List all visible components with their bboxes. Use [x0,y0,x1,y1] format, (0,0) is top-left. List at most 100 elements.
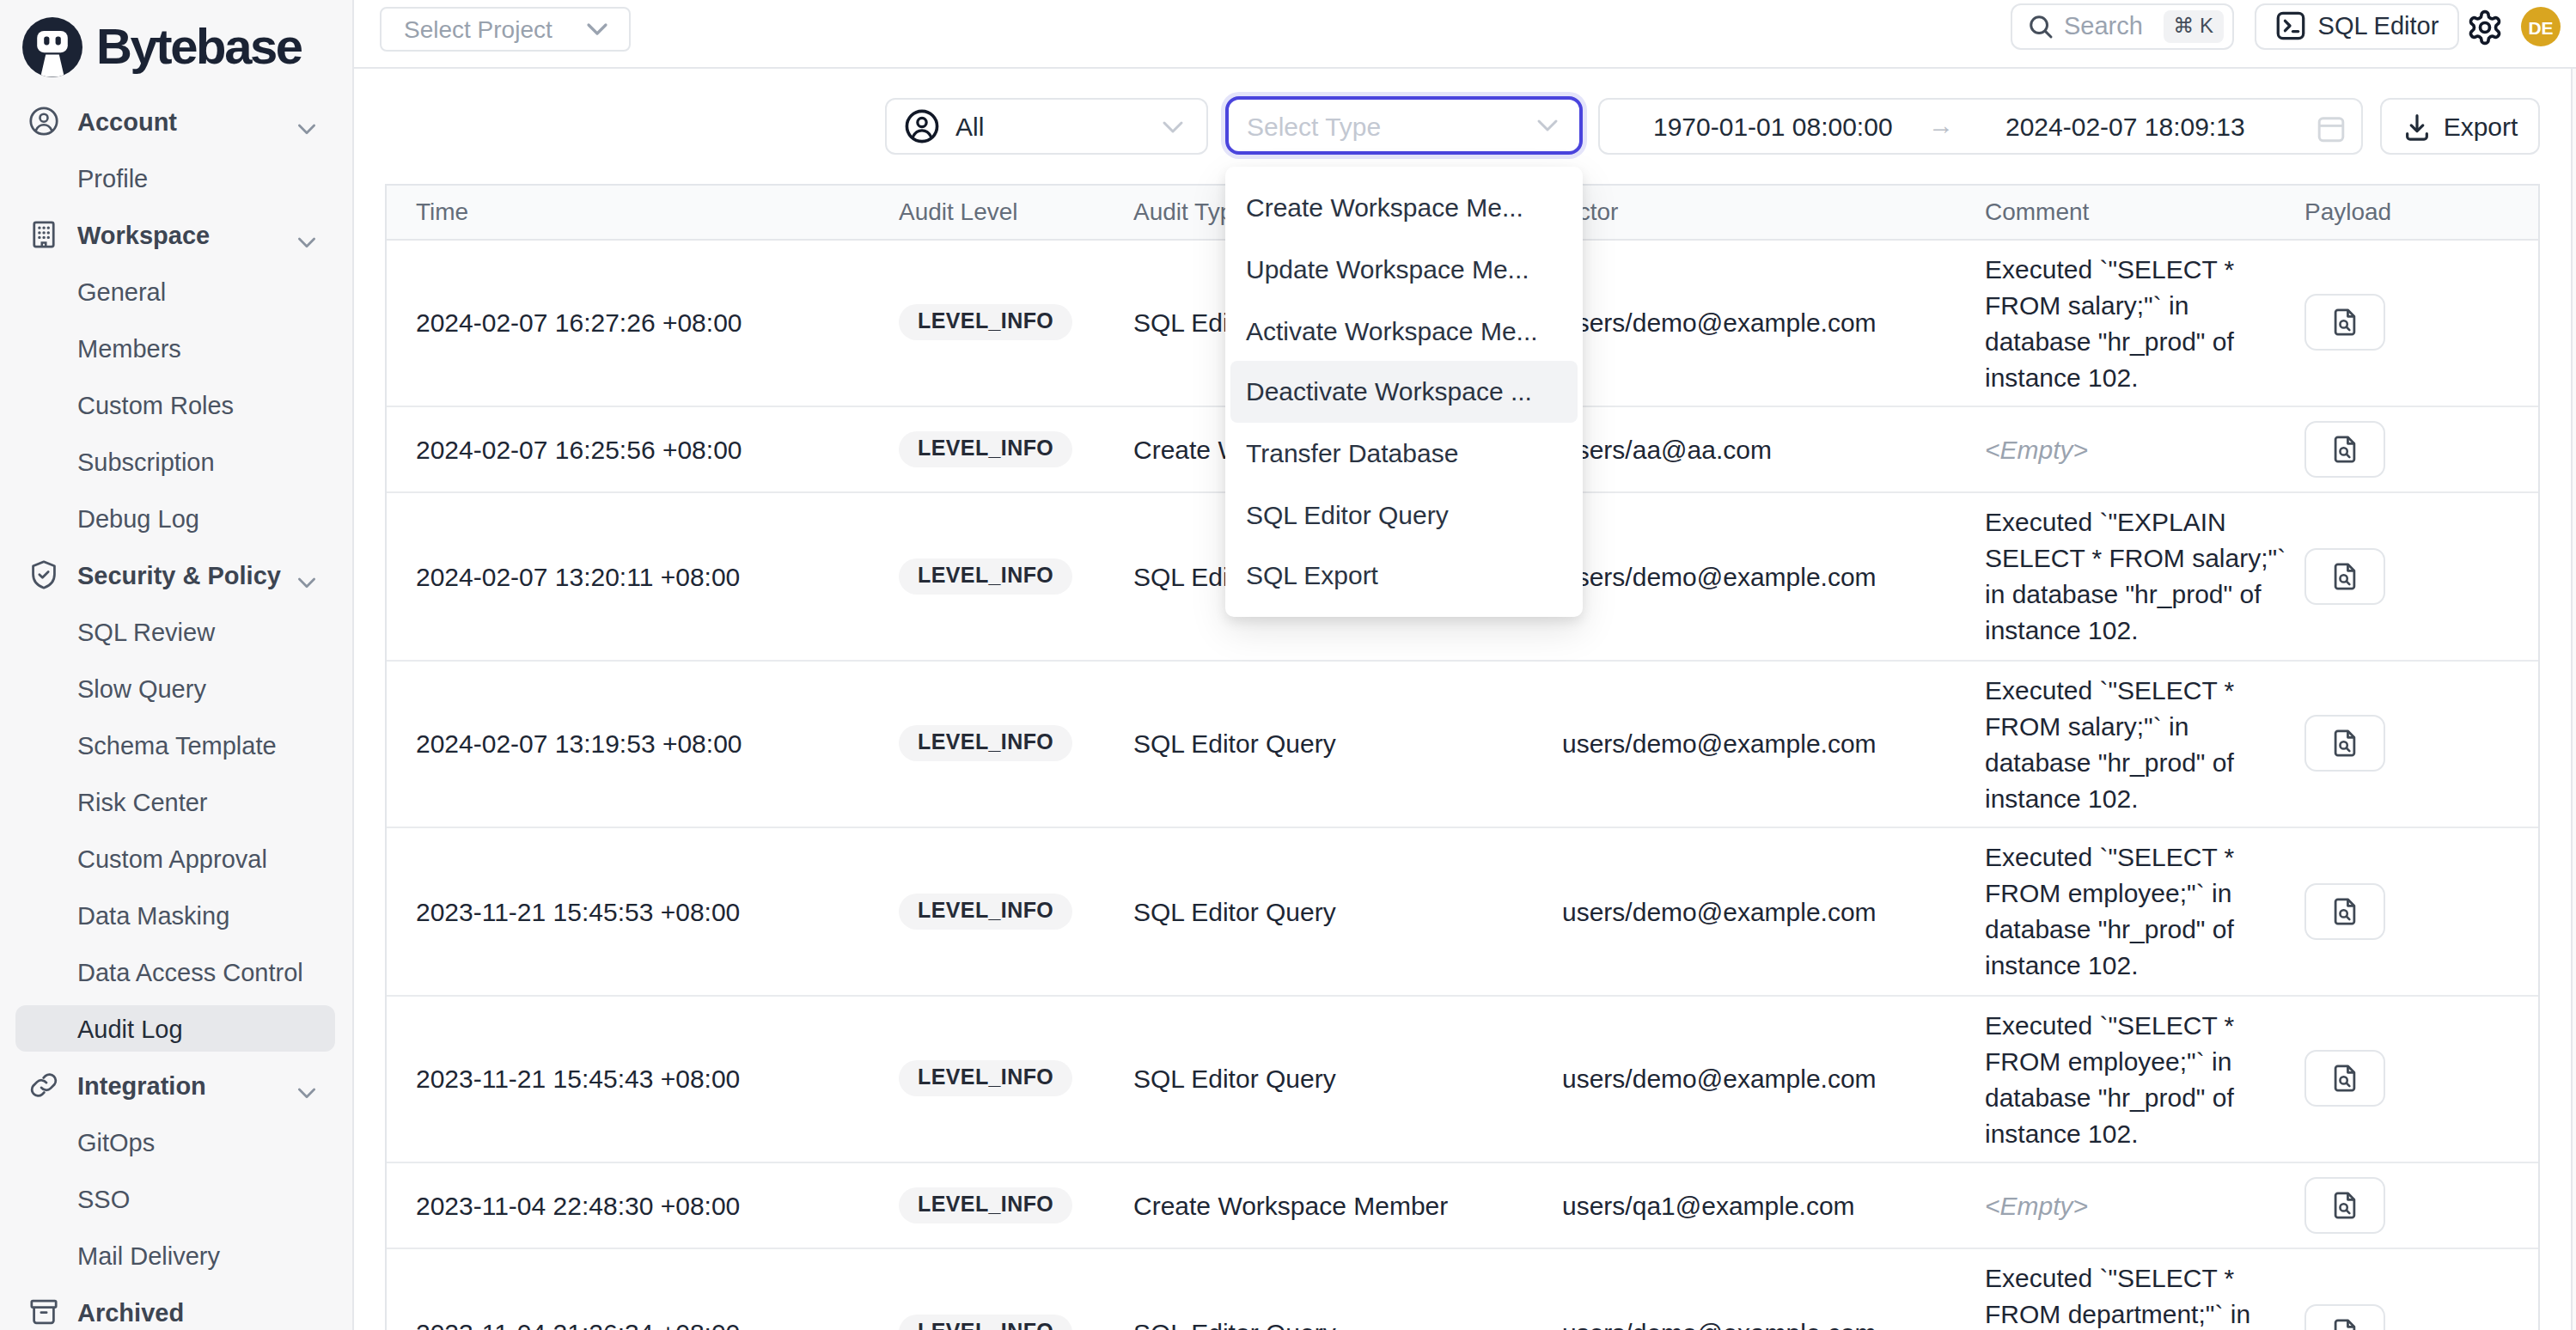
table-row: 2023-11-04 21:26:34 +08:00LEVEL_INFOSQL … [387,1249,2537,1330]
gear-icon[interactable] [2466,9,2504,46]
cell-comment: Executed `"SELECT * FROM department;"` i… [1956,1260,2275,1330]
menu-item-update-workspace-me-[interactable]: Update Workspace Me... [1224,238,1582,299]
date-to[interactable]: 2024-02-07 18:09:13 [2005,112,2245,141]
project-select[interactable]: Select Project [380,7,631,51]
sidebar-item-label: Slow Query [77,674,206,702]
bytebase-logo[interactable]: Bytebase [0,0,352,86]
cell-actor: users/demo@example.com [1533,897,1956,926]
menu-item-create-workspace-me-[interactable]: Create Workspace Me... [1224,177,1582,238]
file-search-icon [2329,307,2361,339]
sidebar-item-label: Profile [77,164,148,192]
menu-item-sql-editor-query[interactable]: SQL Editor Query [1224,484,1582,545]
sidebar-item-members[interactable]: Members [0,320,352,376]
sidebar-item-data-access-control[interactable]: Data Access Control [0,943,352,1000]
sidebar-item-security-policy[interactable]: Security & Policy [0,546,352,603]
actor-filter-select[interactable]: All [885,98,1208,155]
payload-view-button[interactable] [2304,295,2384,351]
cell-audit-level: LEVEL_INFO [870,558,1104,595]
cell-comment: Executed `"SELECT * FROM salary;"` in da… [1956,251,2275,395]
file-search-icon [2329,728,2361,760]
cell-payload [2275,1304,2537,1330]
export-button[interactable]: Export [2380,98,2540,155]
sidebar-item-custom-approval[interactable]: Custom Approval [0,830,352,887]
sidebar-item-workspace[interactable]: Workspace [0,206,352,263]
brand-name: Bytebase [96,18,302,75]
sidebar-item-label: General [77,278,166,305]
sidebar-item-sql-review[interactable]: SQL Review [0,603,352,660]
cell-audit-level: LEVEL_INFO [870,305,1104,341]
audit-level-badge: LEVEL_INFO [899,305,1072,341]
date-from[interactable]: 1970-01-01 08:00:00 [1653,112,1893,141]
cell-actor: users/demo@example.com [1533,729,1956,759]
payload-view-button[interactable] [2304,548,2384,605]
sidebar-item-debug-log[interactable]: Debug Log [0,490,352,546]
bytebase-logo-icon [22,16,82,76]
menu-item-sql-export[interactable]: SQL Export [1224,545,1582,606]
payload-view-button[interactable] [2304,716,2384,772]
cell-comment: Executed `"EXPLAIN SELECT * FROM salary;… [1956,504,2275,649]
sidebar-item-account[interactable]: Account [0,93,352,149]
sidebar-item-label: Members [77,334,181,362]
cell-audit-level: LEVEL_INFO [870,431,1104,467]
audit-level-badge: LEVEL_INFO [899,894,1072,930]
cell-time: 2023-11-04 22:48:30 +08:00 [387,1191,870,1220]
search-input[interactable]: Search ⌘ K [2011,3,2234,49]
cell-payload [2275,883,2537,940]
menu-item-deactivate-workspace-[interactable]: Deactivate Workspace ... [1230,361,1577,422]
type-filter-select[interactable]: Select Type [1224,96,1582,155]
sidebar-item-gitops[interactable]: GitOps [0,1113,352,1170]
sidebar-item-label: Debug Log [77,504,199,532]
avatar[interactable]: DE [2521,7,2561,46]
cell-comment: Executed `"SELECT * FROM employee;"` in … [1956,1007,2275,1151]
sidebar-item-risk-center[interactable]: Risk Center [0,773,352,830]
menu-item-transfer-database[interactable]: Transfer Database [1224,423,1582,484]
scrollbar[interactable] [2571,69,2576,1330]
sidebar-item-mail-delivery[interactable]: Mail Delivery [0,1227,352,1284]
sidebar-item-label: Risk Center [77,788,208,815]
sidebar-item-label: Security & Policy [77,561,281,589]
payload-view-button[interactable] [2304,1304,2384,1330]
chevron-down-icon [1162,119,1184,133]
cell-payload [2275,295,2537,351]
sidebar-item-label: Data Access Control [77,958,303,985]
user-circle-icon [904,108,940,144]
chevron-down-icon [1535,119,1558,132]
sidebar-item-subscription[interactable]: Subscription [0,433,352,490]
link-icon [27,1069,60,1101]
payload-view-button[interactable] [2304,421,2384,478]
cell-comment: <Empty> [1956,1191,2275,1220]
menu-item-activate-workspace-me-[interactable]: Activate Workspace Me... [1224,300,1582,361]
payload-view-button[interactable] [2304,1177,2384,1234]
cell-comment: Executed `"SELECT * FROM salary;"` in da… [1956,672,2275,816]
date-range-picker[interactable]: 1970-01-01 08:00:00 → 2024-02-07 18:09:1… [1598,98,2363,155]
sidebar-item-data-masking[interactable]: Data Masking [0,887,352,943]
sidebar-item-label: Custom Approval [77,845,267,872]
sidebar-item-integration[interactable]: Integration [0,1057,352,1113]
sidebar-item-general[interactable]: General [0,263,352,320]
sidebar-item-label: Schema Template [77,731,277,759]
chevron-down-icon [297,229,316,259]
sql-editor-button[interactable]: SQL Editor [2255,3,2459,49]
sidebar-item-schema-template[interactable]: Schema Template [0,717,352,773]
cell-payload [2275,421,2537,478]
type-filter-placeholder: Select Type [1247,111,1381,140]
sidebar-item-sso[interactable]: SSO [0,1170,352,1227]
payload-view-button[interactable] [2304,883,2384,940]
cell-payload [2275,716,2537,772]
user-circle-icon [27,105,60,137]
sidebar-item-custom-roles[interactable]: Custom Roles [0,376,352,433]
cell-audit-type: SQL Editor Query [1104,1318,1533,1330]
cell-audit-level: LEVEL_INFO [870,1315,1104,1330]
sidebar-item-archived[interactable]: Archived [0,1284,352,1330]
sidebar-item-label: Custom Roles [77,391,234,418]
sidebar-item-audit-log[interactable]: Audit Log [0,1000,352,1057]
column-header-audit-level: Audit Level [870,198,1104,225]
content: All Select Type 1970-01-01 08:00:00 → 20… [354,69,2576,1330]
payload-view-button[interactable] [2304,1051,2384,1107]
cell-time: 2023-11-21 15:45:53 +08:00 [387,897,870,926]
sidebar-item-slow-query[interactable]: Slow Query [0,660,352,717]
table-row: 2024-02-07 13:19:53 +08:00LEVEL_INFOSQL … [387,661,2537,828]
audit-level-badge: LEVEL_INFO [899,1315,1072,1330]
sidebar-item-profile[interactable]: Profile [0,149,352,206]
file-search-icon [2329,1316,2361,1330]
